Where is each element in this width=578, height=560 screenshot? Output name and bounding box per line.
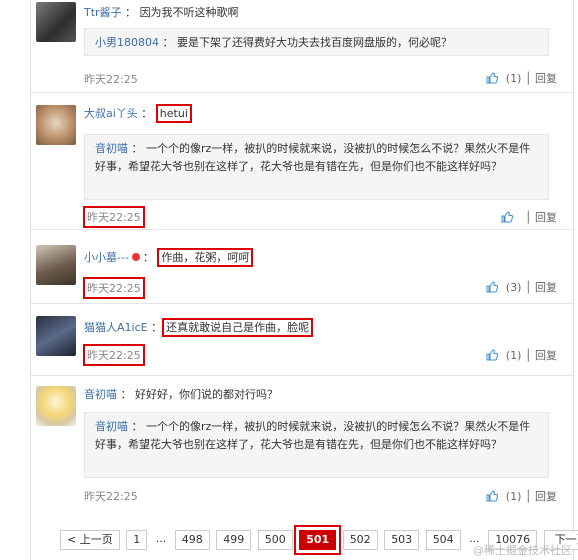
like-count: (1) (505, 490, 522, 503)
comment-text: 作曲，花粥，呵呵 (157, 248, 254, 267)
quoted-comment: 小男180804 ： 要是下架了还得费好大功夫去找百度网盘版的，何必呢？ (84, 28, 549, 56)
comment-actions: │ 回复 (501, 209, 557, 225)
page-ellipsis: ... (153, 530, 169, 548)
comment-time: 昨天22:25 (84, 73, 138, 86)
thumbs-up-icon[interactable] (486, 72, 498, 84)
user-badge-icon (131, 253, 140, 261)
quoted-comment: 音初喵 ： 一个个的像rz一样，被扒的时候就来说，没被扒的时候怎么不说？果然火不… (84, 412, 549, 478)
comment-username[interactable]: 音初喵 (84, 388, 117, 401)
comment-username[interactable]: 猫猫人A1icE (84, 321, 148, 334)
reply-link[interactable]: 回复 (535, 349, 557, 362)
thumbs-up-icon[interactable] (486, 349, 498, 361)
comment-username[interactable]: 大叔ai丫头 (84, 107, 138, 120)
comment-text: 因为我不听这种歌啊 (139, 6, 239, 19)
comment-actions: (1) │ 回复 (486, 347, 557, 363)
page-button[interactable]: 503 (384, 530, 420, 550)
watermark: @稀土掘金技术社区 (473, 544, 572, 557)
page-button[interactable]: 502 (342, 530, 378, 550)
comment-text: 好好好，你们说的都对行吗？ (135, 388, 278, 401)
quote-username[interactable]: 音初喵 (95, 420, 128, 433)
user-avatar[interactable] (36, 245, 76, 285)
quote-text: 要是下架了还得费好大功夫去找百度网盘版的，何必呢？ (177, 36, 452, 49)
quote-username[interactable]: 音初喵 (95, 142, 128, 155)
comment-text: hetui (155, 104, 192, 123)
comment-username[interactable]: 小小墓--- (84, 251, 129, 264)
comment-actions: (3) │ 回复 (486, 279, 557, 295)
page-button[interactable]: 500 (257, 530, 293, 550)
comment-body: 音初喵 ： 好好好，你们说的都对行吗？ (84, 388, 278, 401)
comment-time: 昨天22:25 (83, 277, 145, 299)
quote-text: 一个个的像rz一样，被扒的时候就来说，没被扒的时候怎么不说？果然火不是件好事，希… (95, 420, 531, 451)
comment-body: Ttr酱子 ： 因为我不听这种歌啊 (84, 6, 239, 19)
thumbs-up-icon[interactable] (486, 490, 498, 502)
comment-body: 猫猫人A1icE ：还真就敢说自己是作曲，脸呢 (84, 318, 314, 337)
user-avatar[interactable] (36, 2, 76, 42)
comment-actions: (1) │ 回复 (486, 70, 557, 86)
quoted-comment: 音初喵 ： 一个个的像rz一样，被扒的时候就来说，没被扒的时候怎么不说？果然火不… (84, 134, 549, 200)
page-button[interactable]: 499 (216, 530, 252, 550)
like-count: (1) (505, 349, 522, 362)
user-avatar[interactable] (36, 316, 76, 356)
prev-page-button[interactable]: < 上一页 (60, 530, 120, 550)
thumbs-up-icon[interactable] (501, 211, 514, 223)
user-avatar[interactable] (36, 105, 76, 145)
comment-time: 昨天22:25 (83, 344, 145, 366)
page-button[interactable]: 498 (174, 530, 210, 550)
comment-item: 大叔ai丫头 ： hetui 音初喵 ： 一个个的像rz一样，被扒的时候就来说，… (31, 93, 575, 230)
comment-item: 小小墓---： 作曲，花粥，呵呵 昨天22:25 (3) │ 回复 (31, 230, 575, 305)
quote-username[interactable]: 小男180804 (95, 36, 159, 49)
comment-time: 昨天22:25 (83, 206, 145, 228)
like-count: (1) (505, 72, 522, 85)
comment-body: 大叔ai丫头 ： hetui (84, 104, 192, 123)
comment-text: 还真就敢说自己是作曲，脸呢 (162, 318, 314, 337)
quote-text: 一个个的像rz一样，被扒的时候就来说，没被扒的时候怎么不说？果然火不是件好事，希… (95, 142, 531, 173)
reply-link[interactable]: 回复 (535, 211, 557, 224)
page-button[interactable]: 504 (425, 530, 461, 550)
comment-item: 猫猫人A1icE ：还真就敢说自己是作曲，脸呢 昨天22:25 (1) │ 回复 (31, 304, 575, 376)
comment-body: 小小墓---： 作曲，花粥，呵呵 (84, 248, 254, 267)
comment-item: 音初喵 ： 好好好，你们说的都对行吗？ 音初喵 ： 一个个的像rz一样，被扒的时… (31, 376, 575, 516)
comment-time: 昨天22:25 (84, 490, 138, 503)
page-button[interactable]: 1 (126, 530, 148, 550)
thumbs-up-icon[interactable] (486, 281, 498, 293)
reply-link[interactable]: 回复 (535, 490, 557, 503)
user-avatar[interactable] (36, 386, 76, 426)
current-page-button[interactable]: 501 (294, 525, 342, 555)
reply-link[interactable]: 回复 (535, 281, 557, 294)
comment-item: Ttr酱子 ： 因为我不听这种歌啊 小男180804 ： 要是下架了还得费好大功… (31, 0, 575, 93)
comment-username[interactable]: Ttr酱子 (84, 6, 122, 19)
reply-link[interactable]: 回复 (535, 72, 557, 85)
like-count: (3) (505, 281, 522, 294)
comment-list: Ttr酱子 ： 因为我不听这种歌啊 小男180804 ： 要是下架了还得费好大功… (30, 0, 575, 560)
comment-actions: (1) │ 回复 (486, 488, 557, 504)
